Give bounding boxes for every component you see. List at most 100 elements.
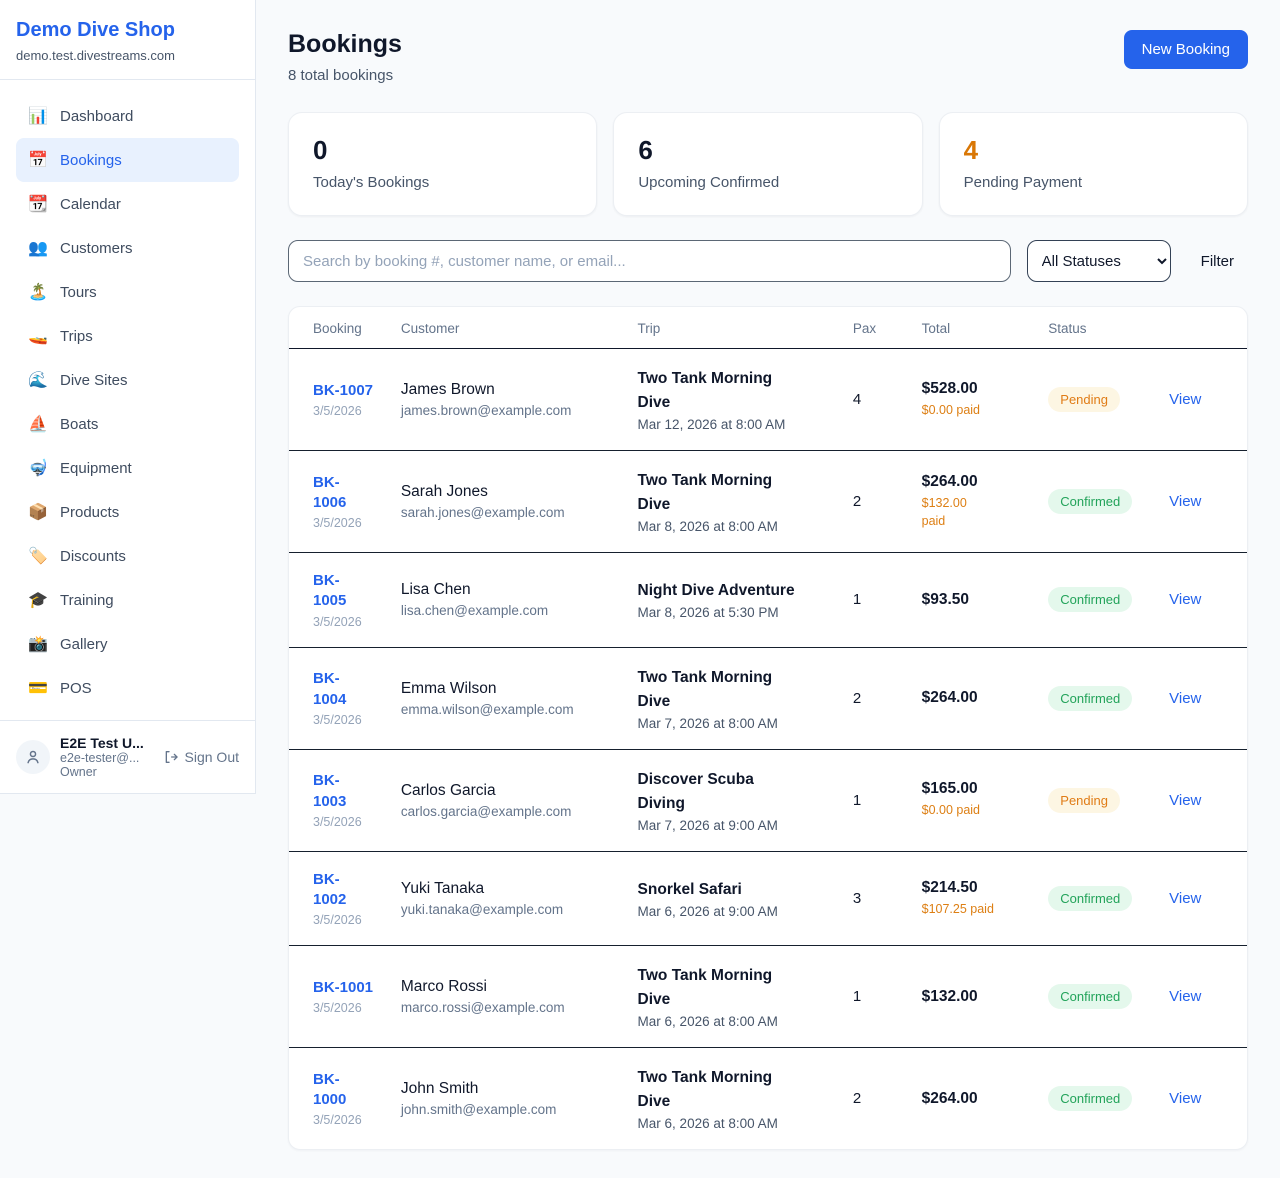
view-link[interactable]: View: [1169, 493, 1235, 510]
sign-out-button[interactable]: Sign Out: [163, 749, 239, 765]
status-select[interactable]: All Statuses: [1027, 240, 1171, 282]
pax-count: 1: [853, 591, 910, 608]
trip-datetime: Mar 7, 2026 at 8:00 AM: [638, 716, 841, 731]
sidebar-item-tours[interactable]: 🏝️ Tours: [16, 270, 239, 314]
main-content: Bookings 8 total bookings New Booking 0 T…: [256, 0, 1280, 1178]
tours-icon: 🏝️: [28, 282, 48, 302]
booking-id-link[interactable]: BK- 1003: [313, 771, 346, 812]
booking-date: 3/5/2026: [313, 913, 389, 927]
view-link[interactable]: View: [1169, 391, 1235, 408]
customer-email: emma.wilson@example.com: [401, 702, 626, 717]
booking-id-link[interactable]: BK- 1000: [313, 1070, 346, 1111]
customers-icon: 👥: [28, 238, 48, 258]
customer-email: james.brown@example.com: [401, 403, 626, 418]
sidebar-item-bookings[interactable]: 📅Bookings: [16, 138, 239, 182]
booking-row: BK- 10053/5/2026Lisa Chenlisa.chen@examp…: [289, 553, 1247, 648]
column-header-booking: Booking: [289, 307, 401, 349]
customer-name: Lisa Chen: [401, 581, 626, 599]
sidebar-item-equipment[interactable]: 🤿 Equipment: [16, 446, 239, 490]
sidebar-item-discounts[interactable]: 🏷️Discounts: [16, 534, 239, 578]
sidebar-item-dive-sites[interactable]: 🌊Dive Sites: [16, 358, 239, 402]
booking-id-link[interactable]: BK-1007: [313, 381, 373, 401]
total-amount: $165.00: [922, 780, 1037, 798]
sidebar-item-label: POS: [60, 680, 92, 697]
sidebar-item-label: Equipment: [60, 460, 132, 477]
booking-row: BK-10073/5/2026James Brownjames.brown@ex…: [289, 349, 1247, 451]
column-header-status: Status: [1048, 307, 1169, 349]
booking-date: 3/5/2026: [313, 713, 389, 727]
sidebar-item-products[interactable]: 📦Products: [16, 490, 239, 534]
customer-email: sarah.jones@example.com: [401, 505, 626, 520]
total-amount: $264.00: [922, 1090, 1037, 1108]
stat-label: Today's Bookings: [313, 174, 572, 191]
sidebar-item-boats[interactable]: ⛵Boats: [16, 402, 239, 446]
booking-id-link[interactable]: BK- 1005: [313, 571, 346, 612]
booking-row: BK- 10023/5/2026Yuki Tanakayuki.tanaka@e…: [289, 851, 1247, 946]
sidebar-item-label: Discounts: [60, 548, 126, 565]
sidebar-item-label: Calendar: [60, 196, 121, 213]
status-badge: Confirmed: [1048, 686, 1132, 711]
sidebar-item-training[interactable]: 🎓Training: [16, 578, 239, 622]
status-badge: Confirmed: [1048, 886, 1132, 911]
view-link[interactable]: View: [1169, 890, 1235, 907]
stat-card: 4Pending Payment: [939, 112, 1248, 216]
brand: Demo Dive Shop demo.test.divestreams.com: [0, 0, 255, 80]
booking-row: BK- 10063/5/2026Sarah Jonessarah.jones@e…: [289, 451, 1247, 553]
stat-label: Upcoming Confirmed: [638, 174, 897, 191]
new-booking-button[interactable]: New Booking: [1124, 30, 1248, 69]
sidebar-item-gallery[interactable]: 📸Gallery: [16, 622, 239, 666]
view-link[interactable]: View: [1169, 1090, 1235, 1107]
avatar: [16, 740, 50, 774]
total-amount: $264.00: [922, 473, 1037, 491]
user-box: E2E Test U... e2e-tester@... Owner Sign …: [0, 720, 255, 793]
filter-button[interactable]: Filter: [1187, 253, 1248, 270]
customer-email: john.smith@example.com: [401, 1102, 626, 1117]
sidebar-item-pos[interactable]: 💳POS: [16, 666, 239, 710]
booking-date: 3/5/2026: [313, 516, 389, 530]
bookings-table-card: BookingCustomerTripPaxTotalStatus BK-100…: [288, 306, 1248, 1150]
trip-name: Two Tank Morning Dive: [638, 964, 800, 1012]
search-input[interactable]: [288, 240, 1011, 282]
products-icon: 📦: [28, 502, 48, 522]
sidebar-item-label: Bookings: [60, 152, 122, 169]
sidebar-item-calendar[interactable]: 📆 Calendar: [16, 182, 239, 226]
sidebar-item-label: Training: [60, 592, 114, 609]
stat-value: 4: [964, 135, 1223, 166]
sidebar: Demo Dive Shop demo.test.divestreams.com…: [0, 0, 256, 794]
page-subtitle: 8 total bookings: [288, 67, 402, 84]
dashboard-icon: 📊: [28, 106, 48, 126]
booking-row: BK- 10003/5/2026John Smithjohn.smith@exa…: [289, 1048, 1247, 1150]
view-link[interactable]: View: [1169, 988, 1235, 1005]
customer-email: yuki.tanaka@example.com: [401, 902, 626, 917]
sidebar-item-dashboard[interactable]: 📊 Dashboard: [16, 94, 239, 138]
page-header: Bookings 8 total bookings New Booking: [288, 30, 1248, 84]
equipment-icon: 🤿: [28, 458, 48, 478]
trip-name: Night Dive Adventure: [638, 579, 800, 603]
sidebar-item-label: Tours: [60, 284, 97, 301]
booking-id-link[interactable]: BK- 1002: [313, 870, 346, 911]
status-badge: Pending: [1048, 788, 1120, 813]
booking-id-link[interactable]: BK- 1006: [313, 473, 346, 514]
column-header-trip: Trip: [638, 307, 853, 349]
column-header-customer: Customer: [401, 307, 638, 349]
brand-domain: demo.test.divestreams.com: [16, 48, 239, 63]
trip-datetime: Mar 6, 2026 at 8:00 AM: [638, 1014, 841, 1029]
view-link[interactable]: View: [1169, 690, 1235, 707]
sidebar-item-label: Dashboard: [60, 108, 133, 125]
stat-value: 0: [313, 135, 572, 166]
sidebar-item-customers[interactable]: 👥Customers: [16, 226, 239, 270]
amount-paid: $132.00 paid: [922, 495, 1037, 530]
trip-datetime: Mar 6, 2026 at 9:00 AM: [638, 904, 841, 919]
stat-value: 6: [638, 135, 897, 166]
booking-id-link[interactable]: BK-1001: [313, 978, 373, 998]
sidebar-item-trips[interactable]: 🚤Trips: [16, 314, 239, 358]
total-amount: $214.50: [922, 879, 1037, 897]
filter-row: All Statuses Filter: [288, 240, 1248, 282]
calendar-icon: 📆: [28, 194, 48, 214]
bookings-table: BookingCustomerTripPaxTotalStatus BK-100…: [289, 307, 1247, 1149]
trip-datetime: Mar 7, 2026 at 9:00 AM: [638, 818, 841, 833]
booking-id-link[interactable]: BK- 1004: [313, 669, 346, 710]
view-link[interactable]: View: [1169, 792, 1235, 809]
view-link[interactable]: View: [1169, 591, 1235, 608]
status-badge: Confirmed: [1048, 984, 1132, 1009]
